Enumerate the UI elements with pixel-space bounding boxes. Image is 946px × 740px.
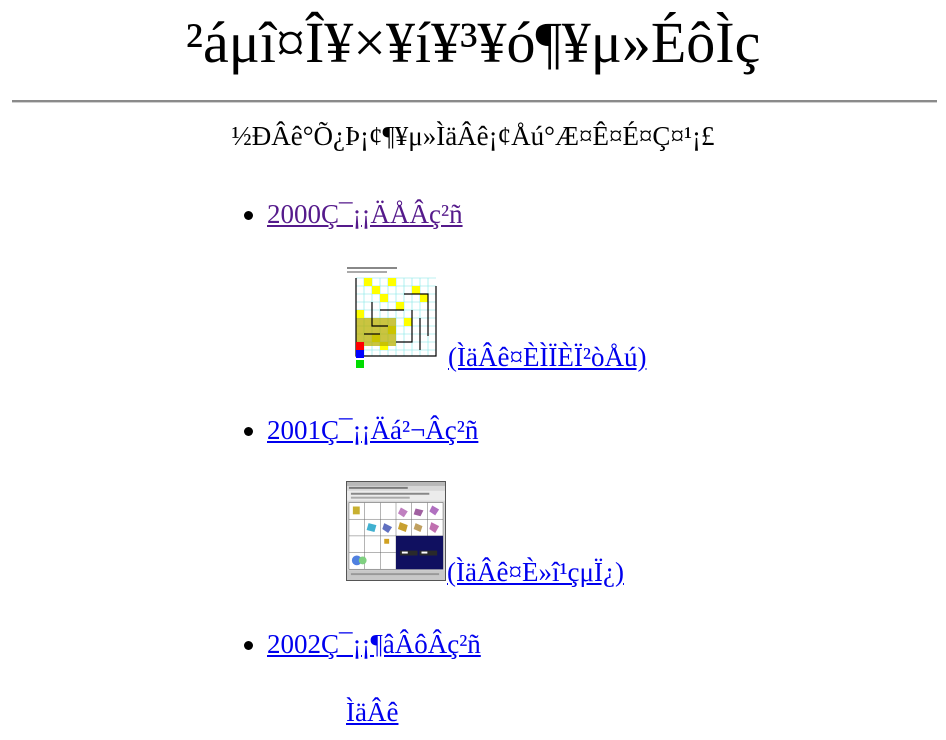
contest-2001-link[interactable]: 2001Ç¯¡¡Äá²¬Âç²ñ	[267, 413, 478, 447]
page-title: ²áμî¤Î¥×¥í¥³¥ó¶¥μ»ÉôÌç	[185, 10, 761, 75]
contest-2001-problems-link[interactable]: (ÌäÂê¤È»î¹çμÏ¿)	[447, 555, 624, 589]
list-bullet	[244, 641, 253, 650]
title-divider	[12, 100, 937, 103]
contest-2000-link[interactable]: 2000Ç¯¡¡ÄÅÂç²ñ	[267, 197, 463, 231]
contest-2002-link[interactable]: 2002Ç¯¡¡¶âÂôÂç²ñ	[267, 627, 481, 661]
list-bullet	[244, 211, 253, 220]
contest-2002-problems-link[interactable]: ÌäÂê	[346, 695, 398, 729]
app-window-thumbnail[interactable]	[346, 481, 446, 581]
maze-thumbnail[interactable]	[346, 266, 442, 370]
page: ²áμî¤Î¥×¥í¥³¥ó¶¥μ»ÉôÌç ½ÐÂê°Õ¿Þ¡¢¶¥μ»ÌäÂ…	[0, 0, 946, 740]
intro-text: ½ÐÂê°Õ¿Þ¡¢¶¥μ»ÌäÂê¡¢Åú°Æ¤Ê¤É¤Ç¤¹¡£	[231, 121, 715, 151]
list-bullet	[244, 427, 253, 436]
contest-2000-problems-link[interactable]: (ÌäÂê¤ÈÌÏÈÏ²òÅú)	[448, 340, 647, 374]
